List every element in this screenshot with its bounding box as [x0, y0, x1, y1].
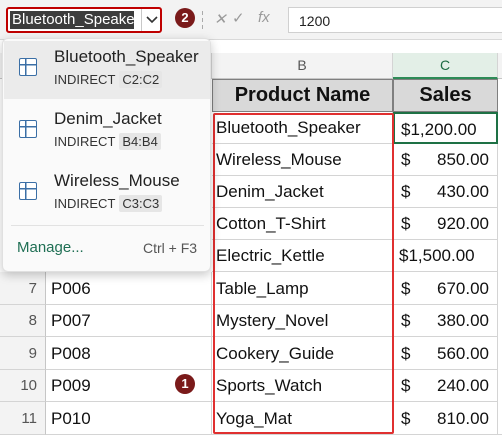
sales-amount: 560.00 — [437, 344, 489, 363]
currency-symbol: $ — [401, 279, 411, 298]
row-header[interactable]: 8 — [0, 305, 46, 337]
sales-cell[interactable]: $810.00 — [393, 402, 498, 435]
product-name-cell[interactable]: Wireless_Mouse — [212, 144, 393, 176]
product-name-cell[interactable]: Bluetooth_Speaker — [212, 112, 393, 144]
sales-cell[interactable]: $850.00 — [393, 144, 498, 176]
manage-names-link[interactable]: Manage... — [17, 239, 84, 256]
sales-amount: 920.00 — [437, 214, 489, 233]
step-badge-2: 2 — [175, 8, 195, 28]
product-id-cell[interactable]: P007 — [46, 305, 212, 337]
name-box-dropdown: Bluetooth_Speaker INDIRECT C2:C2 Denim_Ja… — [2, 38, 211, 272]
named-range-ref: INDIRECT C2:C2 — [54, 71, 163, 88]
close-icon[interactable]: ✕ — [214, 10, 227, 28]
sales-cell-active[interactable]: $1,200.00 — [393, 112, 498, 144]
table-icon — [19, 182, 37, 200]
divider — [11, 225, 204, 226]
sales-cell[interactable]: $1,500.00 — [393, 240, 498, 272]
product-name-cell[interactable]: Yoga_Mat — [212, 402, 393, 435]
sales-value: $1,200.00 — [401, 120, 477, 139]
product-id-cell[interactable]: P010 — [46, 402, 212, 435]
sales-amount: 430.00 — [437, 182, 489, 201]
chevron-down-icon[interactable] — [141, 9, 161, 31]
sales-value: $1,500.00 — [399, 246, 475, 265]
named-range-item[interactable]: Wireless_Mouse INDIRECT C3:C3 — [4, 165, 210, 223]
check-icon[interactable]: ✓ — [232, 9, 245, 27]
sales-cell[interactable]: $430.00 — [393, 176, 498, 208]
column-header-d[interactable] — [498, 53, 502, 79]
sales-amount: 240.00 — [437, 376, 489, 395]
table-icon — [19, 120, 37, 138]
currency-symbol: $ — [401, 311, 411, 330]
row-header[interactable]: 7 — [0, 272, 46, 305]
column-d-edge — [498, 112, 502, 435]
sales-amount: 810.00 — [437, 409, 489, 428]
name-box[interactable]: Bluetooth_Speaker — [6, 7, 162, 33]
sales-cell[interactable]: $560.00 — [393, 337, 498, 370]
formula-input[interactable]: 1200 — [288, 7, 502, 33]
row-header[interactable]: 9 — [0, 337, 46, 370]
currency-symbol: $ — [401, 214, 411, 233]
named-range-ref: INDIRECT B4:B4 — [54, 133, 161, 150]
sales-amount: 670.00 — [437, 279, 489, 298]
formula-bar-separator — [200, 7, 206, 33]
named-range-name: Wireless_Mouse — [54, 171, 180, 190]
product-name-cell[interactable]: Table_Lamp — [212, 272, 393, 305]
column-header-b[interactable]: B — [212, 53, 393, 79]
product-id-cell[interactable]: P006 — [46, 272, 212, 305]
product-id-cell[interactable]: P008 — [46, 337, 212, 370]
product-name-cell[interactable]: Mystery_Novel — [212, 305, 393, 337]
product-name-cell[interactable]: Cotton_T-Shirt — [212, 208, 393, 240]
sales-cell[interactable]: $920.00 — [393, 208, 498, 240]
named-range-name: Bluetooth_Speaker — [54, 47, 199, 66]
table-icon — [19, 58, 37, 76]
currency-symbol: $ — [401, 182, 411, 201]
product-name-cell[interactable]: Sports_Watch — [212, 370, 393, 402]
named-range-name: Denim_Jacket — [54, 109, 162, 128]
manage-shortcut: Ctrl + F3 — [143, 240, 198, 256]
sales-amount: 850.00 — [437, 150, 489, 169]
row-header[interactable]: 10 — [0, 370, 46, 402]
column-header-c[interactable]: C — [393, 53, 498, 79]
named-range-ref: INDIRECT C3:C3 — [54, 195, 163, 212]
insert-function-button[interactable]: fx — [258, 9, 270, 26]
named-range-item[interactable]: Bluetooth_Speaker INDIRECT C2:C2 — [4, 41, 210, 99]
sales-cell[interactable]: $380.00 — [393, 305, 498, 337]
currency-symbol: $ — [401, 150, 411, 169]
named-range-item[interactable]: Denim_Jacket INDIRECT B4:B4 — [4, 103, 210, 161]
header-product-name[interactable]: Product Name — [212, 79, 393, 112]
product-name-cell[interactable]: Electric_Kettle — [212, 240, 393, 272]
sales-cell[interactable]: $240.00 — [393, 370, 498, 402]
product-name-cell[interactable]: Denim_Jacket — [212, 176, 393, 208]
currency-symbol: $ — [401, 344, 411, 363]
sales-cell[interactable]: $670.00 — [393, 272, 498, 305]
currency-symbol: $ — [401, 376, 411, 395]
header-sales[interactable]: Sales — [393, 79, 498, 112]
currency-symbol: $ — [401, 409, 411, 428]
sales-amount: 380.00 — [437, 311, 489, 330]
name-box-input[interactable]: Bluetooth_Speaker — [10, 11, 134, 29]
row-header[interactable]: 11 — [0, 402, 46, 435]
step-badge-1: 1 — [175, 374, 195, 394]
product-name-cell[interactable]: Cookery_Guide — [212, 337, 393, 370]
